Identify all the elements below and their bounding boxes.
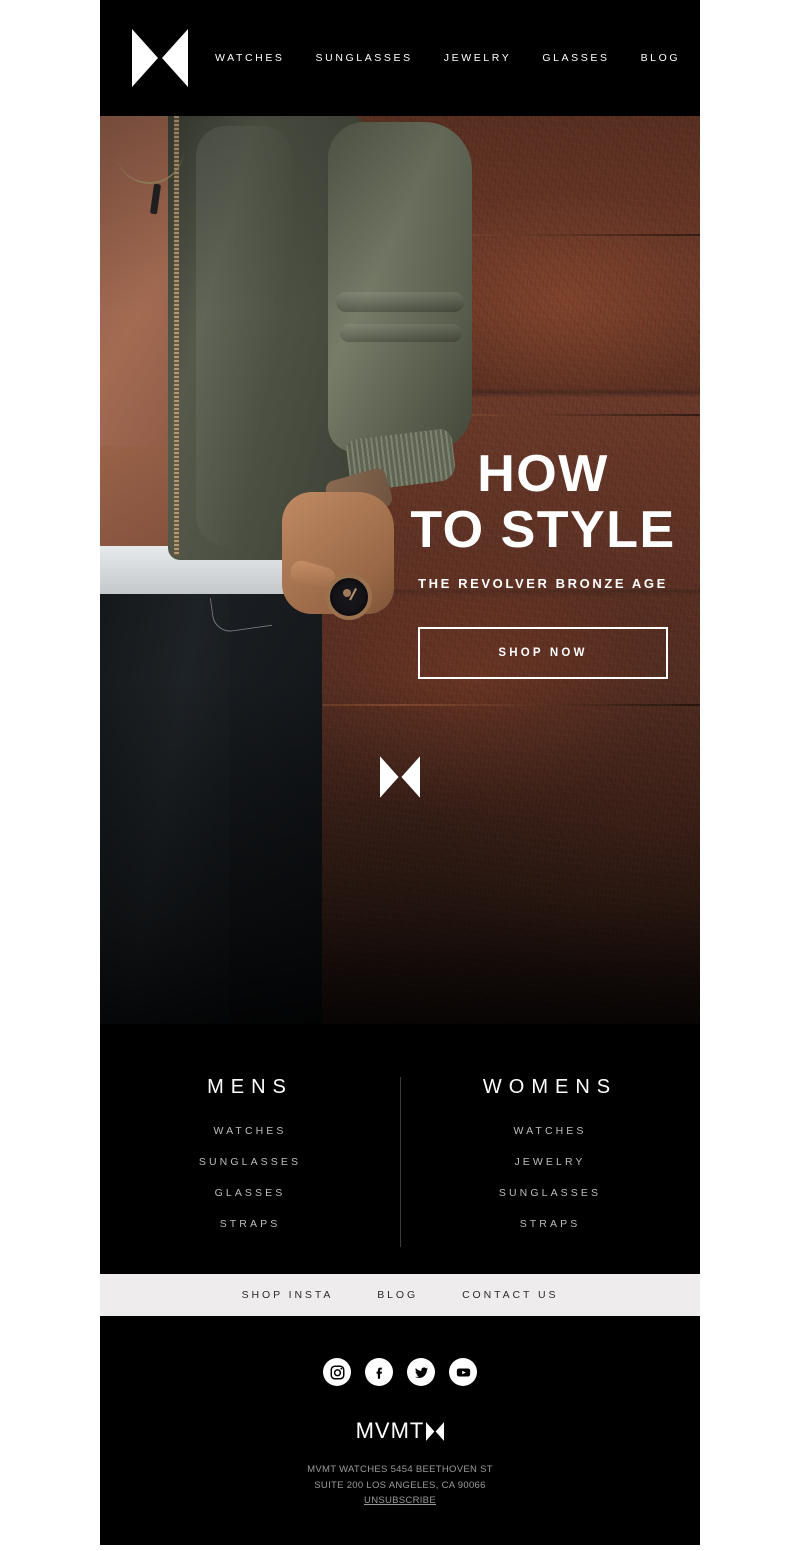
shop-now-button[interactable]: SHOP NOW	[418, 627, 668, 680]
footer-brand: MVMT	[100, 1418, 700, 1444]
link-blog[interactable]: BLOG	[377, 1289, 418, 1301]
nav-item-jewelry[interactable]: JEWELRY	[444, 52, 512, 64]
category-heading-womens: WOMENS	[482, 1076, 618, 1098]
nav-item-watches[interactable]: WATCHES	[215, 52, 285, 64]
footer-wordmark: MVMT	[355, 1418, 425, 1443]
hero-title-line-1: HOW	[477, 445, 609, 503]
site-header: WATCHES SUNGLASSES JEWELRY GLASSES BLOG	[100, 0, 700, 116]
footer-address: MVMT WATCHES 5454 BEETHOVEN ST SUITE 200…	[100, 1462, 700, 1509]
social-link-youtube[interactable]	[449, 1358, 477, 1386]
hero-copy: HOW TO STYLE THE REVOLVER BRONZE AGE SHO…	[386, 446, 700, 680]
mvmt-bowtie-logo-icon[interactable]	[132, 29, 188, 87]
nav-item-blog[interactable]: BLOG	[641, 52, 681, 64]
facebook-icon	[376, 1367, 382, 1379]
main-nav: WATCHES SUNGLASSES JEWELRY GLASSES BLOG	[215, 52, 680, 64]
social-link-instagram[interactable]	[323, 1358, 351, 1386]
mens-link-straps[interactable]: STRAPS	[100, 1218, 400, 1230]
email-body: WATCHES SUNGLASSES JEWELRY GLASSES BLOG	[100, 0, 700, 1546]
twitter-icon	[414, 1366, 428, 1378]
mens-link-watches[interactable]: WATCHES	[100, 1125, 400, 1137]
hero-banner: HOW TO STYLE THE REVOLVER BRONZE AGE SHO…	[100, 116, 700, 1024]
social-link-twitter[interactable]	[407, 1358, 435, 1386]
address-line-1: MVMT WATCHES 5454 BEETHOVEN ST	[307, 1464, 493, 1475]
category-footer: MENS WATCHES SUNGLASSES GLASSES STRAPS W…	[100, 1024, 700, 1274]
instagram-icon	[330, 1365, 344, 1379]
category-column-womens: WOMENS WATCHES JEWELRY SUNGLASSES STRAPS	[400, 1076, 700, 1230]
column-divider	[400, 1077, 401, 1247]
hero-bowtie-logo-icon	[380, 756, 420, 798]
youtube-icon	[456, 1367, 470, 1377]
link-shop-insta[interactable]: SHOP INSTA	[242, 1289, 334, 1301]
nav-item-sunglasses[interactable]: SUNGLASSES	[316, 52, 413, 64]
link-contact-us[interactable]: CONTACT US	[462, 1289, 558, 1301]
mens-link-glasses[interactable]: GLASSES	[100, 1187, 400, 1199]
nav-item-glasses[interactable]: GLASSES	[542, 52, 609, 64]
hero-title-line-2: TO STYLE	[410, 501, 676, 560]
womens-link-straps[interactable]: STRAPS	[400, 1218, 700, 1230]
womens-link-sunglasses[interactable]: SUNGLASSES	[400, 1187, 700, 1199]
category-heading-mens: MENS	[207, 1076, 293, 1098]
address-line-2: SUITE 200 LOS ANGELES, CA 90066	[314, 1479, 486, 1491]
womens-link-jewelry[interactable]: JEWELRY	[400, 1156, 700, 1168]
social-links	[100, 1358, 700, 1386]
site-footer: MVMT MVMT WATCHES 5454 BEETHOVEN ST SUIT…	[100, 1316, 700, 1546]
footer-bowtie-logo-icon	[426, 1421, 445, 1441]
category-column-mens: MENS WATCHES SUNGLASSES GLASSES STRAPS	[100, 1076, 400, 1230]
mens-link-sunglasses[interactable]: SUNGLASSES	[100, 1156, 400, 1168]
hero-title: HOW TO STYLE	[386, 446, 700, 558]
womens-link-watches[interactable]: WATCHES	[400, 1125, 700, 1137]
hero-subtitle: THE REVOLVER BRONZE AGE	[418, 576, 668, 592]
secondary-link-bar: SHOP INSTA BLOG CONTACT US	[100, 1274, 700, 1316]
unsubscribe-link[interactable]: UNSUBSCRIBE	[364, 1495, 436, 1506]
social-link-facebook[interactable]	[365, 1358, 393, 1386]
